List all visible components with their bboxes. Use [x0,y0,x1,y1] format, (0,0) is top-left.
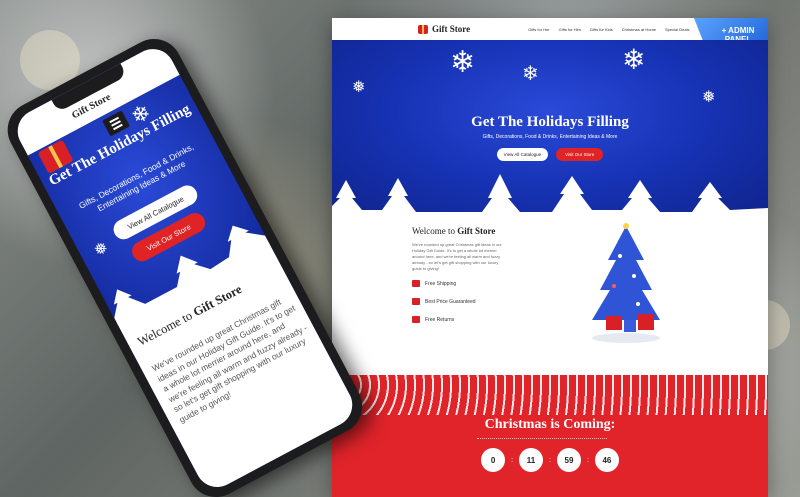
countdown-section: Christmas is Coming: 0 : 11 : 59 : 46 [332,375,768,497]
nav-item-gifts-for-him[interactable]: Gifts for Him [559,27,581,32]
feature-item: Free Returns [412,316,454,323]
visit-store-button[interactable]: Visit Our Store [556,148,604,161]
snowflake-icon: ❄ [450,46,476,79]
welcome-title-brand: Gift Store [457,226,496,236]
nav-item-gifts-for-her[interactable]: Gifts for Her [528,27,550,32]
welcome-section: Welcome to Gift Store We've rounded up g… [332,218,768,386]
countdown-title: Christmas is Coming: [484,417,616,432]
welcome-title-prefix: Welcome to [412,226,456,236]
hero-title: Get The Holidays Filling [471,114,629,130]
snowflake-icon: ❄ [522,63,539,85]
desktop-logo-text: Gift Store [432,24,471,34]
tree-silhouettes [332,174,768,218]
truck-icon [412,280,420,287]
countdown-separator: : [549,456,551,464]
desktop-logo[interactable]: Gift Store [418,24,470,34]
christmas-tree-image [592,223,660,343]
welcome-title: Welcome to Gift Store [412,226,495,236]
snowflake-border [332,375,768,415]
welcome-text: We've rounded up great Christmas gift id… [412,242,502,271]
view-catalogue-button[interactable]: View All Catalogue [496,148,549,161]
countdown-timer: 0 : 11 : 59 : 46 [332,448,768,472]
hero-subtitle: Gifts, Decorations, Food & Drinks, Enter… [482,134,618,140]
snowflake-icon: ❅ [352,79,366,96]
countdown-hours: 11 [519,448,544,472]
countdown-seconds: 46 [594,448,619,472]
desktop-hero: ❄ ❄ ❄ ❅ ❅ Get The Holidays Filling Gifts… [332,40,768,218]
countdown-separator: : [511,456,514,464]
countdown-divider [477,435,607,439]
desktop-nav-menu: Gifts for Her Gifts for Him Gifts for Ki… [528,27,714,32]
countdown-days: 0 [481,448,506,472]
feature-item: Best Price Guaranteed [412,298,476,305]
desktop-header: Gift Store Gifts for Her Gifts for Him G… [332,18,768,52]
nav-item-christmas-at-home[interactable]: Christmas at Home [622,27,656,32]
price-tag-icon [412,298,420,305]
feature-label: Free Returns [425,316,455,323]
hero-buttons: View All Catalogue Visit Our Store [332,148,768,161]
feature-label: Best Price Guaranteed [425,298,476,305]
feature-label: Free Shipping [425,280,457,287]
snowflake-icon: ❅ [702,89,716,106]
snowflake-icon: ❅ [91,239,112,261]
countdown-minutes: 59 [556,448,581,472]
feature-item: Free Shipping [412,280,456,287]
countdown-separator: : [586,456,589,464]
return-icon [412,316,420,323]
gift-icon [418,24,428,34]
nav-item-special-deals[interactable]: Special Deals [665,27,689,32]
snowflake-icon: ❄ [622,44,646,75]
desktop-page-mockup: Gift Store Gifts for Her Gifts for Him G… [332,18,768,497]
nav-item-gifts-for-kids[interactable]: Gifts for Kids [590,27,613,32]
